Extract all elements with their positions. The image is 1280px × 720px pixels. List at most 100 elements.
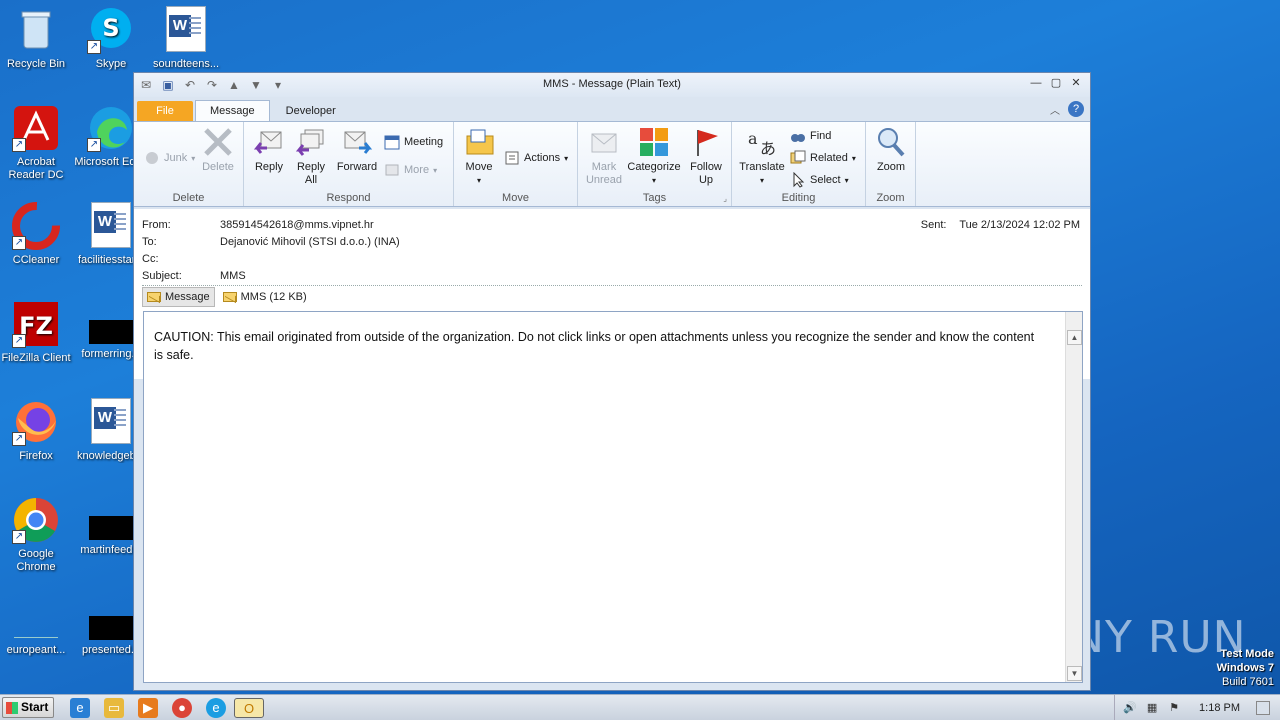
header-divider <box>142 285 1082 286</box>
translate-button[interactable]: aあ Translate ▾ <box>736 126 788 187</box>
move-button[interactable]: Move ▾ <box>460 126 498 187</box>
actions-icon <box>504 150 520 166</box>
recycle-bin-icon <box>12 6 60 54</box>
translate-icon: aあ <box>746 126 778 158</box>
skype-icon: S ↗ <box>87 6 135 54</box>
media-player-icon[interactable]: ▶ <box>138 698 158 718</box>
magnifier-icon <box>875 126 907 158</box>
title-bar: ✉ ▣ ↶ ↷ ▲ ▼ ▾ MMS - Message (Plain Text)… <box>134 73 1090 97</box>
desktop-icon-skype[interactable]: S ↗ Skype <box>73 6 149 71</box>
word-document-icon: W <box>87 202 135 250</box>
find-button[interactable]: Find <box>790 128 831 144</box>
desktop-icon-chrome[interactable]: ↗ Google Chrome <box>0 496 74 574</box>
shortcut-arrow-icon: ↗ <box>87 138 101 152</box>
show-desktop-icon[interactable] <box>1256 701 1270 715</box>
attachment-mms[interactable]: MMS (12 KB) <box>219 287 311 307</box>
related-button[interactable]: Related ▾ <box>790 150 856 166</box>
more-icon <box>384 162 400 178</box>
tab-message[interactable]: Message <box>195 100 270 121</box>
start-button[interactable]: Start <box>2 697 54 718</box>
delete-icon <box>202 126 234 158</box>
message-body[interactable]: CAUTION: This email originated from outs… <box>143 311 1083 683</box>
clock[interactable]: 1:18 PM <box>1199 702 1240 714</box>
desktop-icon-firefox[interactable]: ↗ Firefox <box>0 398 74 463</box>
categorize-icon <box>638 126 670 158</box>
close-icon[interactable]: ✕ <box>1068 76 1084 90</box>
test-mode-notice: Test Mode Windows 7 Build 7601 <box>1216 648 1274 688</box>
tab-developer[interactable]: Developer <box>272 101 350 121</box>
internet-explorer-icon[interactable]: e <box>70 698 90 718</box>
scroll-up-icon[interactable]: ▲ <box>1067 330 1082 345</box>
system-tray: 🔊 ▦ ⚑ 1:18 PM <box>1114 695 1280 720</box>
shortcut-arrow-icon: ↗ <box>87 40 101 54</box>
delete-button[interactable]: Delete <box>200 126 236 174</box>
shortcut-arrow-icon: ↗ <box>12 334 26 348</box>
from-address[interactable]: 385914542618@mms.vipnet.hr <box>220 219 374 231</box>
reply-all-button[interactable]: Reply All <box>294 126 328 187</box>
subject-text: MMS <box>220 270 246 282</box>
ribbon-tabs: File Message Developer ︿ ? <box>134 97 1090 121</box>
shortcut-arrow-icon: ↗ <box>12 530 26 544</box>
file-thumbnail <box>89 516 133 540</box>
delete-group: Junk ▾ Delete Delete <box>134 122 244 206</box>
respond-group: Reply Reply All Forward Meeting More ▾ R… <box>244 122 454 206</box>
svg-text:a: a <box>748 129 758 148</box>
vertical-scrollbar[interactable]: ▲ ▼ <box>1065 312 1082 682</box>
junk-icon <box>144 150 160 166</box>
move-group: Move ▾ Actions ▾ Move <box>454 122 578 206</box>
forward-icon <box>341 126 373 158</box>
categorize-button[interactable]: Categorize ▾ <box>626 126 682 187</box>
junk-button[interactable]: Junk ▾ <box>144 150 195 166</box>
mark-unread-button[interactable]: Mark Unread <box>584 126 624 187</box>
to-recipient[interactable]: Dejanović Mihovil (STSI d.o.o.) (INA) <box>220 236 400 248</box>
minimize-icon[interactable]: — <box>1028 76 1044 90</box>
action-center-flag-icon[interactable]: ⚑ <box>1167 701 1181 715</box>
sent-date: Tue 2/13/2024 12:02 PM <box>959 219 1080 231</box>
cursor-icon <box>790 171 806 188</box>
svg-text:S: S <box>102 14 119 42</box>
shortcut-arrow-icon: ↗ <box>12 138 26 152</box>
reply-icon <box>253 126 285 158</box>
ccleaner-icon: ↗ <box>12 202 60 250</box>
desktop-icon-recycle-bin[interactable]: Recycle Bin <box>0 6 74 71</box>
reply-button[interactable]: Reply <box>252 126 286 174</box>
scroll-down-icon[interactable]: ▼ <box>1067 666 1082 681</box>
collapse-ribbon-icon[interactable]: ︿ <box>1050 102 1060 117</box>
message-window: ✉ ▣ ↶ ↷ ▲ ▼ ▾ MMS - Message (Plain Text)… <box>133 72 1091 691</box>
edge-taskbar-icon[interactable]: e <box>206 698 226 718</box>
attachment-bar: Message MMS (12 KB) <box>142 287 311 307</box>
select-button[interactable]: Select ▾ <box>790 171 849 188</box>
window-title: MMS - Message (Plain Text) <box>543 78 681 90</box>
follow-up-button[interactable]: Follow Up <box>686 126 726 187</box>
attachment-message[interactable]: Message <box>142 287 215 307</box>
zoom-button[interactable]: Zoom <box>872 126 910 174</box>
help-icon[interactable]: ? <box>1068 101 1084 117</box>
desktop-icon-ccleaner[interactable]: ↗ CCleaner <box>0 202 74 267</box>
desktop-icon-filezilla[interactable]: FZ ↗ FileZilla Client <box>0 300 74 365</box>
file-explorer-icon[interactable]: ▭ <box>104 698 124 718</box>
tab-file[interactable]: File <box>137 101 193 121</box>
maximize-icon[interactable]: ▢ <box>1048 76 1064 90</box>
desktop-icon-europeant[interactable]: europeant... <box>0 614 74 657</box>
chrome-taskbar-icon[interactable]: ● <box>172 698 192 718</box>
desktop-icon-soundteens[interactable]: W soundteens... <box>148 6 224 71</box>
network-icon[interactable]: ▦ <box>1145 701 1159 715</box>
windows-logo-icon <box>6 702 18 714</box>
desktop-icon-acrobat[interactable]: ↗ Acrobat Reader DC <box>0 104 74 182</box>
dialog-launcher-icon[interactable]: ⌟ <box>723 194 727 203</box>
firefox-icon: ↗ <box>12 398 60 446</box>
volume-icon[interactable]: 🔊 <box>1123 701 1137 715</box>
more-button[interactable]: More ▾ <box>384 162 437 178</box>
actions-button[interactable]: Actions ▾ <box>504 150 568 166</box>
outlook-taskbar-icon[interactable]: O <box>234 698 264 718</box>
binoculars-icon <box>790 128 806 144</box>
meeting-button[interactable]: Meeting <box>384 134 443 150</box>
taskbar: Start e ▭ ▶ ● e O 🔊 ▦ ⚑ 1:18 PM <box>0 694 1280 720</box>
filezilla-icon: FZ ↗ <box>12 300 60 348</box>
editing-group: aあ Translate ▾ Find Related ▾ Select ▾ E… <box>732 122 866 206</box>
forward-button[interactable]: Forward <box>334 126 380 174</box>
edge-icon: ↗ <box>87 104 135 152</box>
file-thumbnail <box>89 616 133 640</box>
move-folder-icon <box>463 126 495 158</box>
shortcut-arrow-icon: ↗ <box>12 432 26 446</box>
